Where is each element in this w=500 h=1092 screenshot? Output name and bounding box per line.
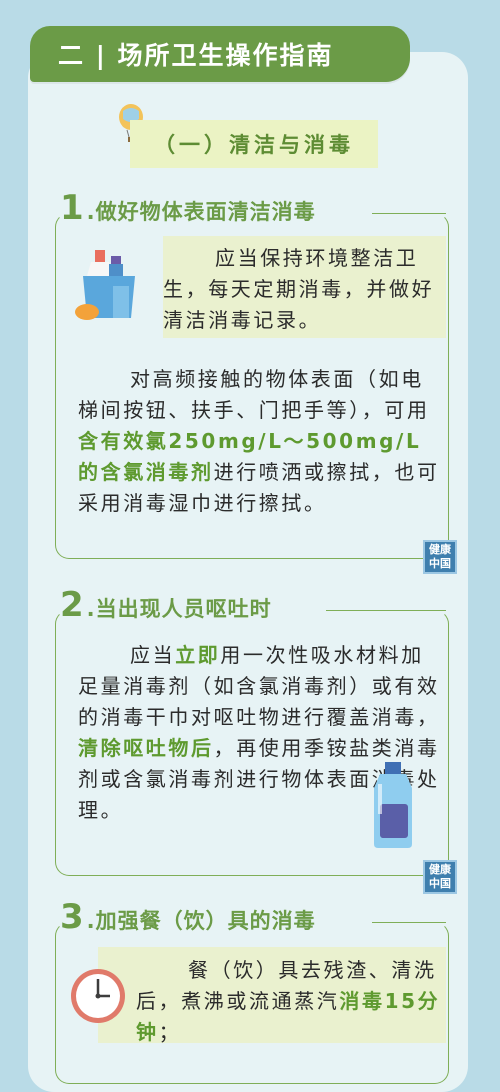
section-1-divider bbox=[372, 213, 446, 214]
section-2-number: 2 bbox=[60, 585, 85, 625]
subsection-title: （一）清洁与消毒 bbox=[130, 120, 378, 168]
section-3-paragraph: 餐（饮）具去残渣、清洗后，煮沸或流通蒸汽消毒15分钟； bbox=[136, 955, 442, 1048]
section-3-divider bbox=[372, 922, 446, 923]
section-2-highlight-1: 立即 bbox=[175, 643, 221, 667]
clock-icon bbox=[71, 969, 125, 1023]
section-header: 二 | 场所卫生操作指南 bbox=[30, 26, 410, 82]
section-2-text-a: 应当 bbox=[130, 643, 176, 667]
section-1-title: 1.做好物体表面清洁消毒 bbox=[60, 188, 324, 228]
section-3-title-text: .加强餐（饮）具的消毒 bbox=[86, 909, 316, 933]
watermark-logo-1: 健康 中国 bbox=[423, 540, 457, 574]
section-3-title: 3.加强餐（饮）具的消毒 bbox=[60, 897, 324, 937]
section-3-text-c: ； bbox=[158, 1020, 182, 1044]
section-1-p2-text-a: 对高频接触的物体表面（如电梯间按钮、扶手、门把手等），可用 bbox=[78, 367, 430, 422]
section-3-number: 3 bbox=[60, 897, 85, 937]
section-2-title: 2.当出现人员呕吐时 bbox=[60, 585, 280, 625]
detergent-bottle-icon bbox=[374, 762, 412, 848]
section-1-paragraph-2: 对高频接触的物体表面（如电梯间按钮、扶手、门把手等），可用含有效氯250mg/L… bbox=[78, 364, 440, 519]
watermark-line-2: 中国 bbox=[429, 557, 451, 570]
section-2-title-text: .当出现人员呕吐时 bbox=[86, 597, 272, 621]
section-2-highlight-2: 清除呕吐物后 bbox=[78, 736, 214, 760]
watermark-line-1: 健康 bbox=[429, 543, 451, 556]
watermark-line-1b: 健康 bbox=[429, 863, 451, 876]
section-2-divider bbox=[326, 610, 446, 611]
section-1-number: 1 bbox=[60, 188, 85, 228]
section-1-paragraph-1: 应当保持环境整洁卫生，每天定期消毒，并做好清洁消毒记录。 bbox=[163, 243, 446, 336]
section-1-p1-text: 应当保持环境整洁卫生，每天定期消毒，并做好清洁消毒记录。 bbox=[163, 246, 435, 332]
watermark-line-2b: 中国 bbox=[429, 877, 451, 890]
section-1-title-text: .做好物体表面清洁消毒 bbox=[86, 200, 316, 224]
header-title: 二 | 场所卫生操作指南 bbox=[58, 41, 334, 70]
cleaning-supplies-icon bbox=[75, 250, 135, 320]
watermark-logo-2: 健康 中国 bbox=[423, 860, 457, 894]
